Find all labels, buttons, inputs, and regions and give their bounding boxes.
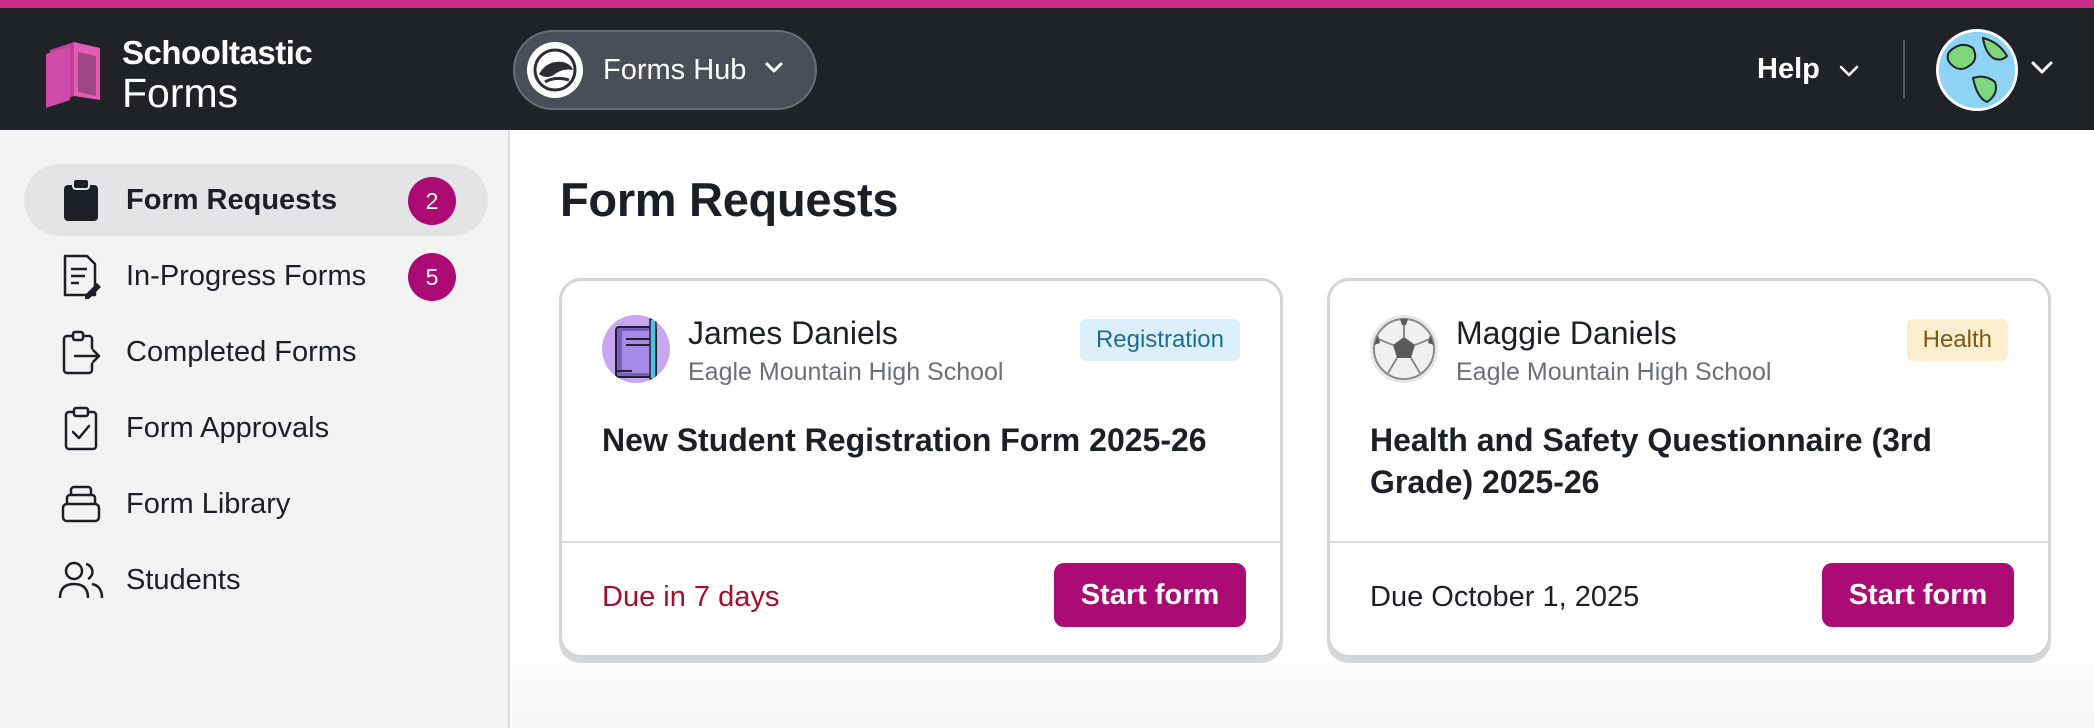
chevron-down-icon (2030, 60, 2054, 81)
sidebar-item-label: Form Library (126, 487, 291, 520)
due-date: Due October 1, 2025 (1370, 581, 1640, 613)
start-form-button[interactable]: Start form (1822, 563, 2014, 627)
sidebar-item-label: Students (126, 563, 241, 596)
brand-name: Schooltastic (122, 34, 313, 71)
student-avatar (602, 315, 670, 383)
sidebar-nav: Form Requests 2 In-Progress Forms 5 Comp… (0, 130, 510, 728)
book-logo-icon (44, 38, 106, 113)
forms-hub-switcher[interactable]: Forms Hub (513, 30, 817, 110)
clipboard-export-icon (58, 329, 104, 375)
sidebar-item-students[interactable]: Students (24, 544, 488, 616)
school-name: Eagle Mountain High School (1456, 358, 1772, 386)
start-form-button[interactable]: Start form (1054, 563, 1246, 627)
sidebar-item-label: In-Progress Forms (126, 259, 367, 292)
app-logo[interactable]: Schooltastic Forms (44, 34, 313, 116)
form-request-card: Maggie Daniels Eagle Mountain High Schoo… (1327, 278, 2051, 658)
brand-product: Forms (122, 70, 239, 116)
sidebar-item-form-library[interactable]: Form Library (24, 468, 488, 540)
sidebar-item-form-requests[interactable]: Form Requests 2 (24, 164, 488, 236)
school-emblem-icon (527, 42, 583, 98)
clipboard-icon (58, 177, 104, 223)
student-name: James Daniels (688, 315, 898, 351)
account-menu[interactable] (1936, 29, 2054, 111)
school-name: Eagle Mountain High School (688, 358, 1004, 386)
header-divider (1903, 40, 1905, 98)
people-icon (58, 557, 104, 603)
brand-stripe (0, 0, 2094, 8)
chevron-down-icon (764, 61, 784, 80)
sidebar-item-label: Completed Forms (126, 335, 357, 368)
clipboard-check-icon (58, 405, 104, 451)
sidebar-item-label: Form Approvals (126, 411, 330, 444)
help-label: Help (1757, 53, 1820, 85)
card-divider (562, 541, 1280, 543)
form-title[interactable]: New Student Registration Form 2025-26 (602, 419, 1252, 461)
student-avatar (1370, 315, 1438, 383)
stack-icon (58, 481, 104, 527)
forms-hub-label: Forms Hub (603, 53, 747, 86)
sidebar-item-form-approvals[interactable]: Form Approvals (24, 392, 488, 464)
card-divider (1330, 541, 2048, 543)
main-content: Form Requests James Daniels Eagle Mounta… (512, 130, 2094, 728)
count-badge: 2 (408, 177, 456, 225)
document-edit-icon (58, 253, 104, 299)
sidebar-item-in-progress-forms[interactable]: In-Progress Forms 5 (24, 240, 488, 312)
sidebar-item-label: Form Requests (126, 183, 338, 216)
category-tag: Registration (1079, 319, 1240, 361)
due-date: Due in 7 days (602, 581, 780, 613)
top-header: Schooltastic Forms Forms Hub Help (0, 8, 2094, 130)
help-menu[interactable]: Help (1757, 53, 1860, 86)
student-name: Maggie Daniels (1456, 315, 1677, 351)
user-avatar (1936, 29, 2018, 111)
chevron-down-icon (1820, 53, 1860, 86)
sidebar-item-completed-forms[interactable]: Completed Forms (24, 316, 488, 388)
page-title: Form Requests (560, 173, 899, 226)
form-request-card: James Daniels Eagle Mountain High School… (559, 278, 1283, 658)
count-badge: 5 (408, 253, 456, 301)
form-title[interactable]: Health and Safety Questionnaire (3rd Gra… (1370, 419, 2020, 503)
category-tag: Health (1906, 319, 2008, 361)
